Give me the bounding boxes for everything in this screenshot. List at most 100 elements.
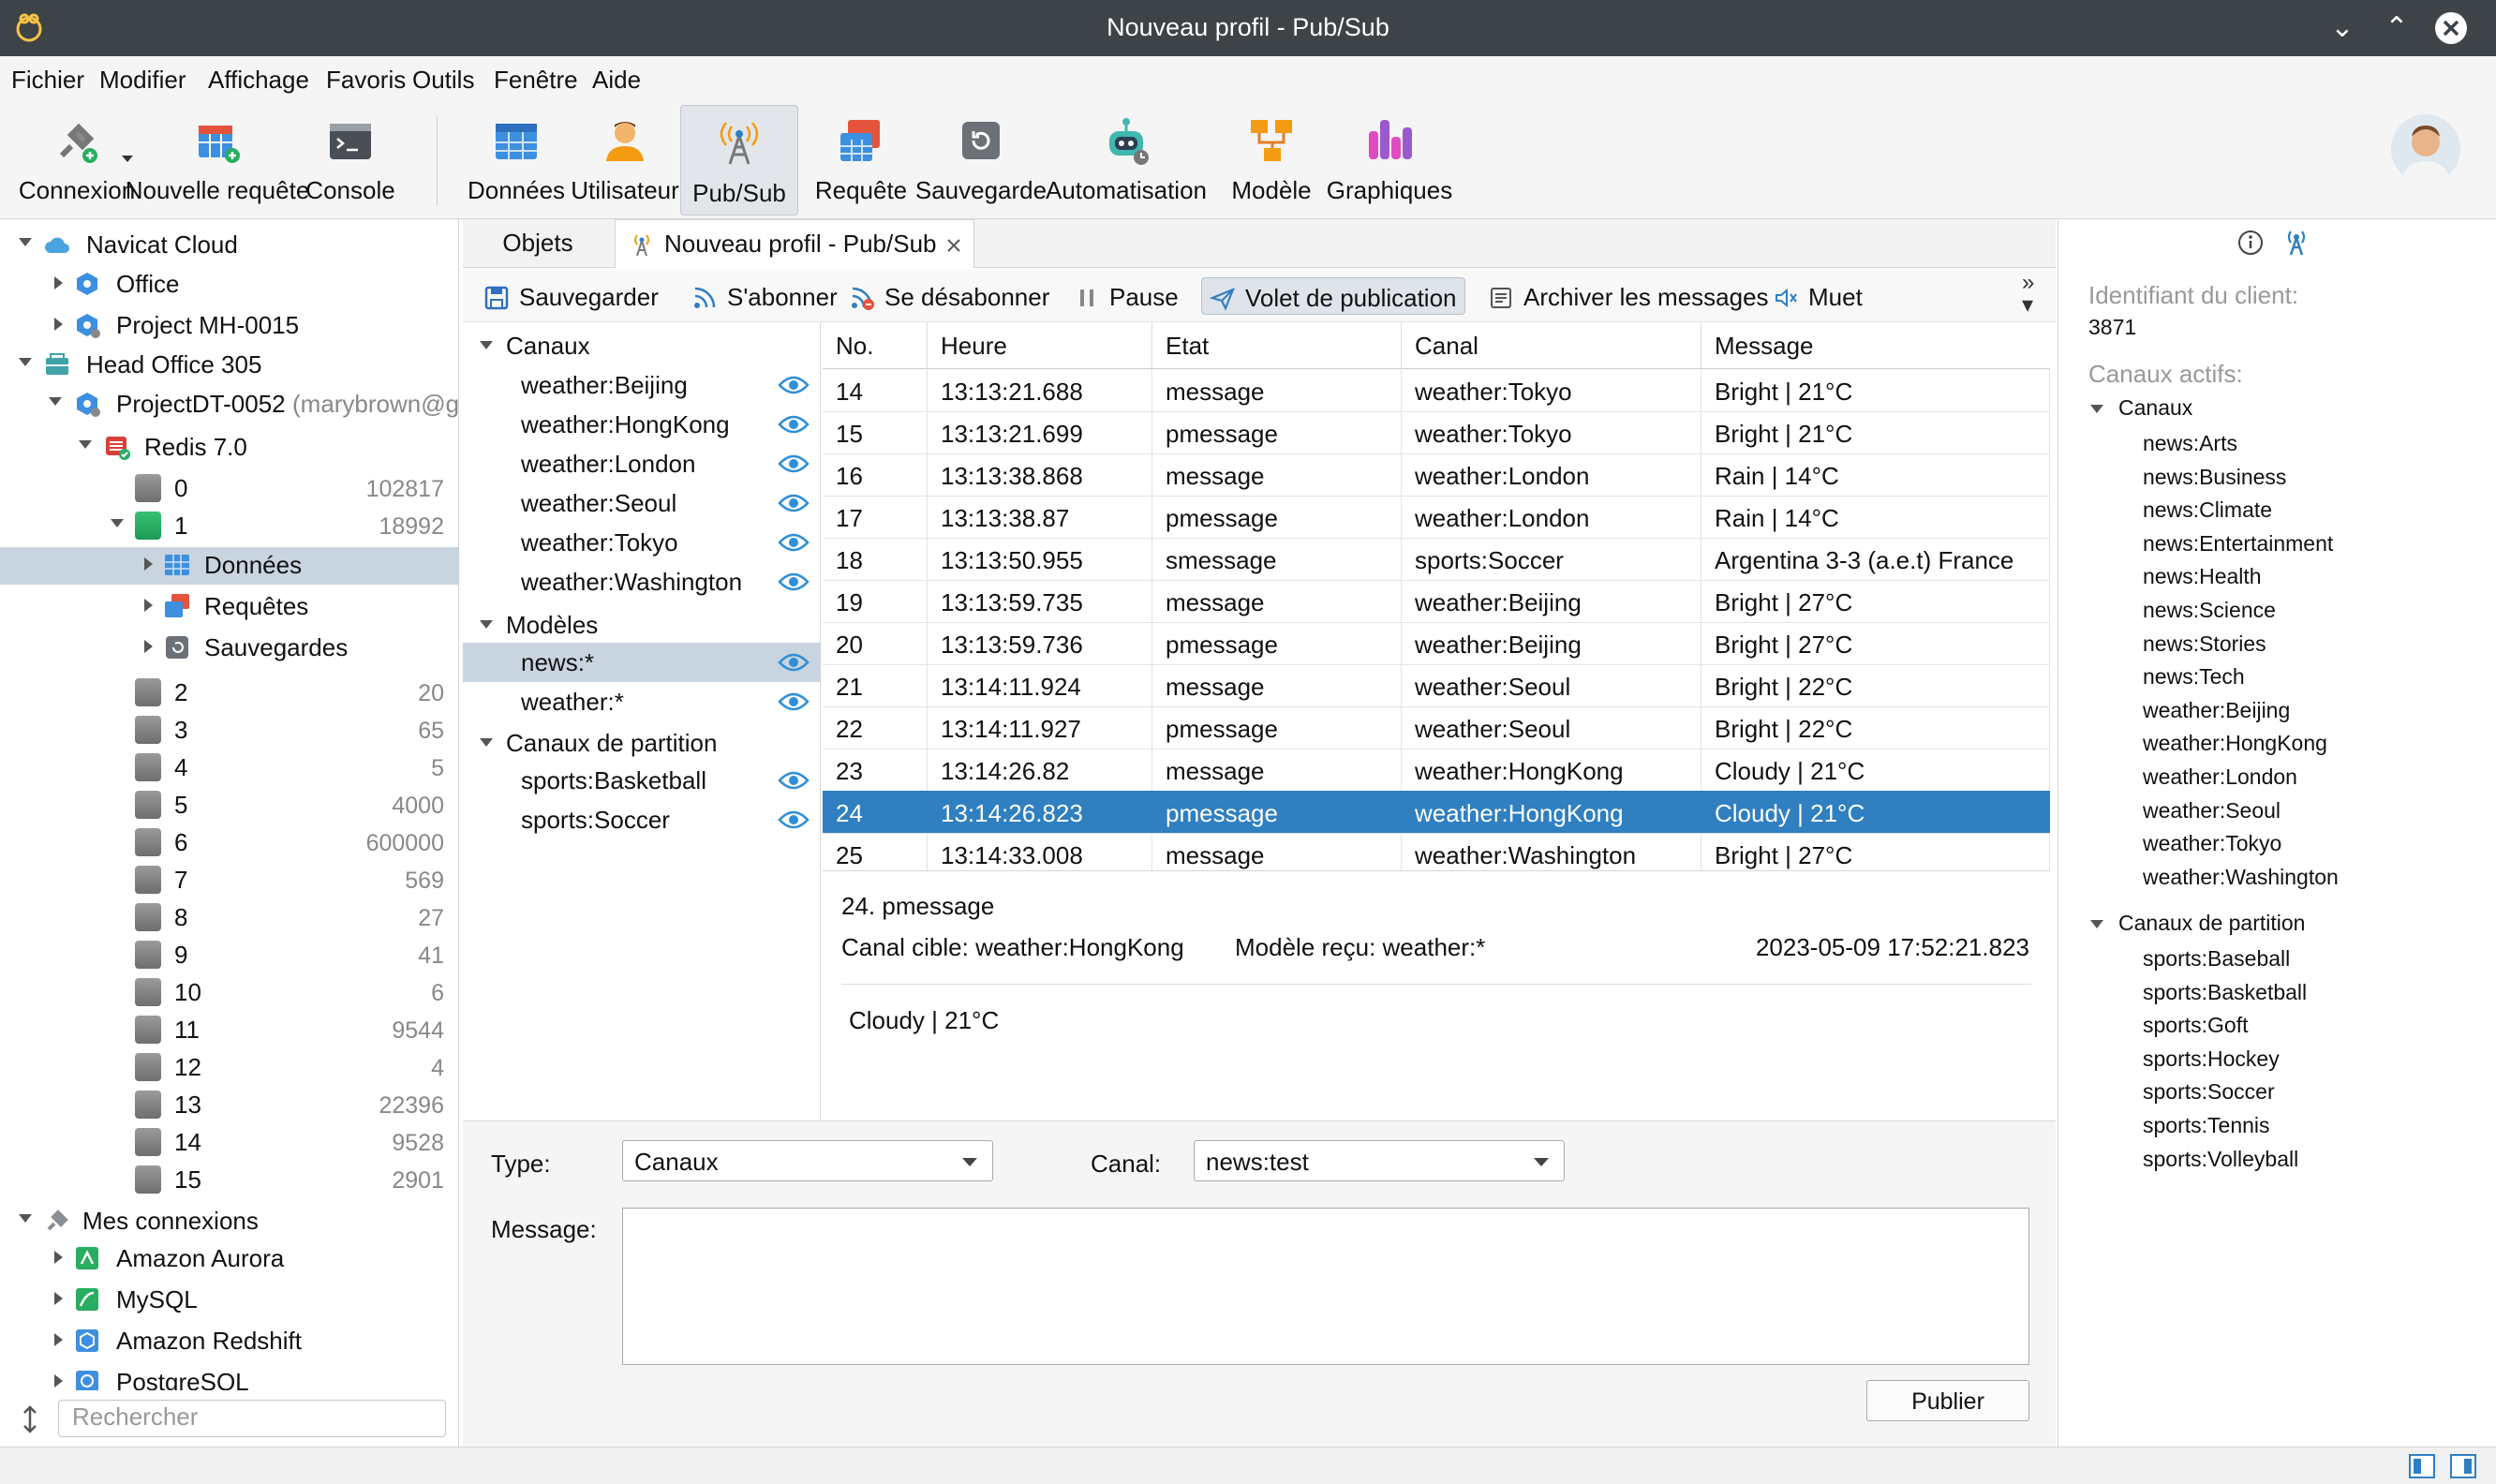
- active-channel-item[interactable]: news:Health: [2143, 564, 2262, 589]
- tree-db[interactable]: 6 600000: [0, 824, 459, 862]
- active-channel-item[interactable]: news:Stories: [2143, 631, 2266, 657]
- table-row[interactable]: 25 13:14:33.008 message weather:Washington B…: [823, 833, 2050, 870]
- expand-arrow[interactable]: [19, 358, 32, 366]
- active-shard-channel-item[interactable]: sports:Baseball: [2143, 946, 2290, 972]
- table-row[interactable]: 15 13:13:21.699 pmessage weather:Tokyo Brigh…: [823, 411, 2050, 454]
- menu-fenetre[interactable]: Fenêtre: [494, 66, 578, 95]
- tree-postgresql[interactable]: PostgreSQL: [0, 1364, 459, 1390]
- active-shard-channel-item[interactable]: sports:Goft: [2143, 1013, 2248, 1038]
- sauvegarder-button[interactable]: Sauvegarder: [476, 277, 666, 315]
- active-partition-group[interactable]: Canaux de partition: [2118, 911, 2305, 936]
- left-pane-toggle-icon[interactable]: [2408, 1453, 2436, 1479]
- tree-project-dt[interactable]: ProjectDT-0052 (marybrown@g: [0, 386, 459, 423]
- table-row[interactable]: 23 13:14:26.82 message weather:HongKong Clou…: [823, 749, 2050, 792]
- archiver-button[interactable]: Archiver les messages: [1480, 277, 1776, 315]
- tree-db[interactable]: 5 4000: [0, 787, 459, 824]
- eye-icon[interactable]: [778, 650, 810, 675]
- channel-item[interactable]: weather:London: [463, 444, 821, 483]
- tree-db[interactable]: 12 4: [0, 1049, 459, 1087]
- tree-amazon-redshift[interactable]: Amazon Redshift: [0, 1323, 459, 1360]
- close-button[interactable]: [2429, 6, 2474, 51]
- group-partition[interactable]: Canaux de partition: [463, 723, 821, 763]
- desabonner-button[interactable]: Se désabonner: [841, 277, 1057, 315]
- tree-db[interactable]: 11 9544: [0, 1012, 459, 1049]
- expand-arrow[interactable]: [54, 1374, 63, 1388]
- overflow-chevron-icon[interactable]: » ▾: [2022, 272, 2034, 317]
- expand-arrow[interactable]: [480, 341, 493, 349]
- active-channel-item[interactable]: news:Business: [2143, 465, 2286, 490]
- tree-db-1[interactable]: 1 18992: [0, 508, 459, 545]
- muet-button[interactable]: Muet: [1765, 277, 1870, 315]
- menu-fichier[interactable]: Fichier: [11, 66, 84, 95]
- tree-db-0[interactable]: 0 102817: [0, 470, 459, 508]
- tree-db[interactable]: 14 9528: [0, 1124, 459, 1162]
- minimize-button[interactable]: ⌄: [2320, 6, 2365, 51]
- eye-icon[interactable]: [778, 530, 810, 555]
- col-header-etat[interactable]: Etat: [1152, 322, 1402, 369]
- menu-modifier[interactable]: Modifier: [99, 66, 186, 95]
- table-row[interactable]: 14 13:13:21.688 message weather:Tokyo Bright…: [823, 369, 2050, 412]
- expand-arrow[interactable]: [111, 519, 124, 527]
- table-row[interactable]: 18 13:13:50.955 smessage sports:Soccer Argen…: [823, 538, 2050, 581]
- table-row[interactable]: 22 13:14:11.927 pmessage weather:Seoul Brigh…: [823, 706, 2050, 749]
- expand-arrow[interactable]: [19, 1214, 32, 1223]
- info-icon[interactable]: [2236, 229, 2265, 257]
- eye-icon[interactable]: [778, 452, 810, 476]
- expand-arrow[interactable]: [54, 276, 63, 289]
- expand-arrow[interactable]: [144, 557, 153, 571]
- expand-arrow[interactable]: [54, 1333, 63, 1346]
- close-tab-icon[interactable]: [945, 237, 962, 254]
- tree-db[interactable]: 45: [0, 749, 459, 787]
- col-header-message[interactable]: Message: [1701, 322, 2050, 369]
- expand-arrow[interactable]: [2090, 920, 2103, 928]
- tree-mes-connexions[interactable]: Mes connexions: [0, 1203, 459, 1240]
- tree-db[interactable]: 15 2901: [0, 1162, 459, 1199]
- pattern-item[interactable]: weather:*: [463, 682, 821, 721]
- table-row[interactable]: 17 13:13:38.87 pmessage weather:London Rain …: [823, 496, 2050, 539]
- tree-db[interactable]: 3 65: [0, 712, 459, 749]
- expand-arrow[interactable]: [54, 318, 63, 331]
- tree-donnees[interactable]: Données: [0, 547, 459, 585]
- expand-arrow[interactable]: [54, 1292, 63, 1305]
- tree-db[interactable]: 9 41: [0, 937, 459, 974]
- connexion-button[interactable]: Connexion: [19, 103, 135, 219]
- type-select[interactable]: Canaux: [622, 1140, 993, 1181]
- tree-navicat-cloud[interactable]: Navicat Cloud: [0, 227, 459, 264]
- eye-icon[interactable]: [778, 768, 810, 793]
- channel-item[interactable]: weather:Beijing: [463, 365, 821, 405]
- table-row[interactable]: 21 13:14:11.924 message weather:Seoul Bright…: [823, 664, 2050, 707]
- volet-publication-button[interactable]: Volet de publication: [1201, 277, 1465, 315]
- tree-head-office[interactable]: Head Office 305: [0, 347, 459, 384]
- menu-outils[interactable]: Outils: [412, 66, 474, 95]
- shard-channel-item[interactable]: sports:Soccer: [463, 800, 821, 839]
- filter-toggle-icon[interactable]: [17, 1405, 43, 1433]
- active-shard-channel-item[interactable]: sports:Hockey: [2143, 1046, 2280, 1072]
- eye-icon[interactable]: [778, 412, 810, 437]
- group-canaux[interactable]: Canaux: [463, 326, 821, 365]
- channel-item[interactable]: weather:HongKong: [463, 405, 821, 444]
- tree-project-mh[interactable]: Project MH-0015: [0, 307, 459, 345]
- active-channel-item[interactable]: weather:Tokyo: [2143, 831, 2281, 856]
- tree-redis[interactable]: Redis 7.0: [0, 429, 459, 467]
- expand-arrow[interactable]: [19, 238, 32, 246]
- group-modeles[interactable]: Modèles: [463, 605, 821, 645]
- active-channel-item[interactable]: news:Arts: [2143, 431, 2237, 456]
- expand-arrow[interactable]: [2090, 405, 2103, 413]
- eye-icon[interactable]: [778, 570, 810, 594]
- expand-arrow[interactable]: [480, 620, 493, 629]
- active-channel-item[interactable]: weather:London: [2143, 764, 2297, 790]
- tree-office[interactable]: Office: [0, 266, 459, 304]
- col-header-heure[interactable]: Heure: [928, 322, 1152, 369]
- pause-button[interactable]: Pause: [1066, 277, 1186, 315]
- channel-item[interactable]: weather:Washington: [463, 562, 821, 601]
- active-shard-channel-item[interactable]: sports:Tennis: [2143, 1113, 2270, 1138]
- menu-affichage[interactable]: Affichage: [208, 66, 309, 95]
- tab-pubsub[interactable]: Nouveau profil - Pub/Sub: [615, 219, 974, 268]
- menu-aide[interactable]: Aide: [592, 66, 641, 95]
- console-button[interactable]: Console: [294, 103, 407, 219]
- active-channel-item[interactable]: news:Tech: [2143, 664, 2245, 690]
- active-channel-item[interactable]: news:Climate: [2143, 497, 2272, 523]
- right-pane-toggle-icon[interactable]: [2449, 1453, 2477, 1479]
- table-row[interactable]: 24 13:14:26.823 pmessage weather:HongKong Cl…: [823, 791, 2050, 834]
- connexion-dropdown-arrow[interactable]: [122, 156, 133, 162]
